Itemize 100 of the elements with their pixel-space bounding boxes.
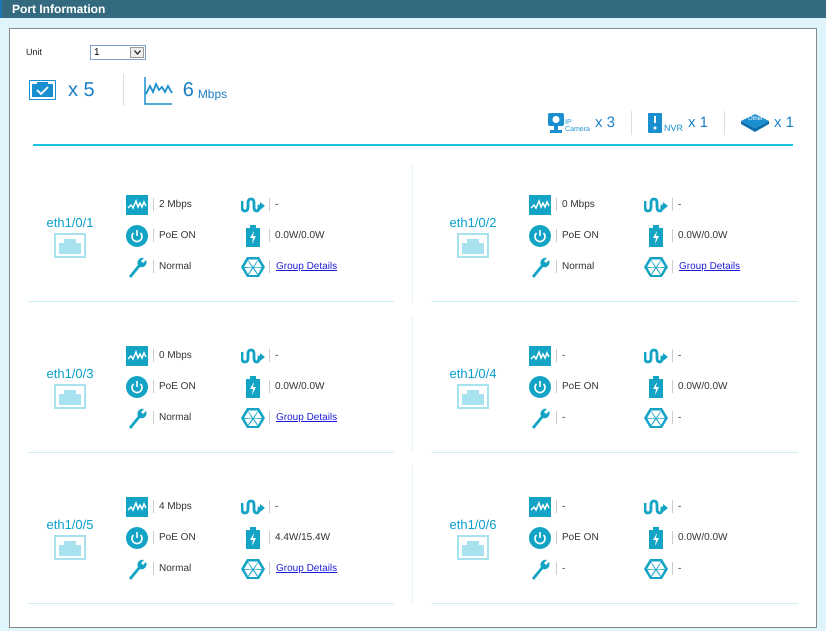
wrench-icon: [127, 256, 147, 278]
field-value: Normal: [562, 260, 594, 274]
group-details-link[interactable]: Group Details: [275, 259, 338, 274]
field-value: 0.0W/0.0W: [275, 380, 324, 394]
device-count: x 3: [594, 112, 615, 133]
ethernet-port-icon: [457, 233, 489, 258]
power-icon: [126, 526, 148, 548]
field-value: PoE ON: [562, 531, 599, 545]
field-value: -: [562, 500, 566, 514]
power-icon: [126, 224, 148, 246]
field-value: -: [562, 562, 566, 576]
field-value: Normal: [159, 562, 192, 576]
field-value: 2 Mbps: [159, 198, 192, 212]
ethernet-port-icon: [54, 535, 86, 560]
group-details-link[interactable]: Group Details: [275, 561, 338, 576]
field-value: PoE ON: [159, 531, 196, 545]
port-name: eth1/0/4: [450, 364, 496, 383]
unit-label: Unit: [26, 46, 44, 59]
port-name: eth1/0/2: [450, 214, 496, 232]
wrench-icon: [530, 558, 550, 580]
traffic-chart-icon: [144, 76, 173, 104]
battery-icon: [649, 526, 663, 548]
traffic-graph-icon: [529, 496, 551, 516]
traffic-unit: Mbps: [198, 86, 228, 102]
hexagon-icon: [644, 256, 668, 278]
battery-icon: [649, 224, 663, 246]
field-value: PoE ON: [562, 229, 599, 243]
traffic-graph-icon: [529, 194, 551, 214]
power-icon: [529, 224, 551, 246]
wave-arrow-icon: [241, 196, 265, 212]
wave-arrow-icon: [241, 348, 265, 364]
wave-arrow-icon: [644, 498, 668, 514]
port-name: eth1/0/1: [46, 214, 94, 232]
power-icon: [126, 376, 148, 398]
field-value: -: [678, 500, 682, 514]
caret-icon: [134, 50, 140, 55]
hexagon-icon: [241, 406, 265, 428]
device-count: x 1: [688, 112, 708, 133]
ethernet-port-icon: [457, 535, 489, 560]
power-icon: [529, 526, 551, 548]
ethernet-port-icon: [54, 233, 86, 258]
field-value: -: [275, 349, 278, 363]
field-value: 4.4W/15.4W: [275, 531, 330, 545]
field-value: -: [678, 349, 682, 363]
port-name: eth1/0/3: [46, 364, 94, 383]
page-title: Port Information: [12, 1, 106, 18]
traffic-value: 6: [182, 78, 194, 103]
field-value: 0 Mbps: [159, 349, 192, 363]
traffic-graph-icon: [529, 346, 551, 366]
field-value: -: [562, 349, 566, 363]
battery-icon: [649, 376, 663, 398]
group-details-link[interactable]: Group Details: [275, 410, 338, 425]
battery-icon: [246, 526, 260, 548]
wave-arrow-icon: [644, 196, 668, 212]
field-value: PoE ON: [159, 229, 196, 243]
device-label: NVR: [664, 123, 683, 133]
hexagon-icon: [241, 558, 265, 580]
ethernet-port-icon: [54, 384, 86, 410]
camera-icon: [548, 113, 564, 133]
field-value: 4 Mbps: [159, 500, 192, 514]
wrench-icon: [530, 256, 550, 278]
field-value: -: [678, 562, 682, 576]
hexagon-icon: [644, 558, 668, 580]
port-name: eth1/0/5: [46, 516, 94, 534]
field-value: 0.0W/0.0W: [678, 229, 728, 243]
battery-icon: [246, 376, 260, 398]
field-value: PoE ON: [159, 380, 196, 394]
traffic-graph-icon: [126, 496, 148, 516]
field-value: -: [678, 411, 682, 425]
recorder-icon: [648, 113, 662, 133]
field-value: 0.0W/0.0W: [678, 531, 728, 545]
ethernet-port-icon: [457, 384, 489, 410]
field-value: 0.0W/0.0W: [275, 229, 324, 243]
field-value: -: [678, 198, 682, 212]
traffic-graph-icon: [126, 194, 148, 214]
field-value: 0 Mbps: [562, 198, 595, 212]
field-value: PoE ON: [562, 380, 599, 394]
field-value: -: [275, 198, 278, 212]
unit-select[interactable]: 1: [90, 45, 146, 60]
field-value: Normal: [159, 260, 192, 274]
field-value: -: [275, 500, 278, 514]
battery-icon: [246, 224, 260, 246]
wave-arrow-icon: [644, 348, 668, 364]
hexagon-icon: [241, 256, 265, 278]
field-value: Normal: [159, 411, 192, 425]
device-count: x 1: [774, 112, 794, 133]
port-count: x 5: [68, 78, 95, 103]
port-name: eth1/0/6: [450, 516, 496, 534]
hexagon-icon: [644, 406, 668, 428]
wrench-icon: [530, 406, 550, 428]
field-value: 0.0W/0.0W: [678, 380, 728, 394]
wave-arrow-icon: [241, 498, 265, 514]
group-details-link[interactable]: Group Details: [678, 259, 740, 274]
wrench-icon: [127, 558, 147, 580]
wrench-icon: [127, 406, 147, 428]
power-icon: [529, 376, 551, 398]
field-value: -: [562, 411, 566, 425]
device-diamond-icon: [740, 114, 769, 132]
port-check-icon: [29, 80, 56, 100]
traffic-graph-icon: [126, 346, 148, 366]
